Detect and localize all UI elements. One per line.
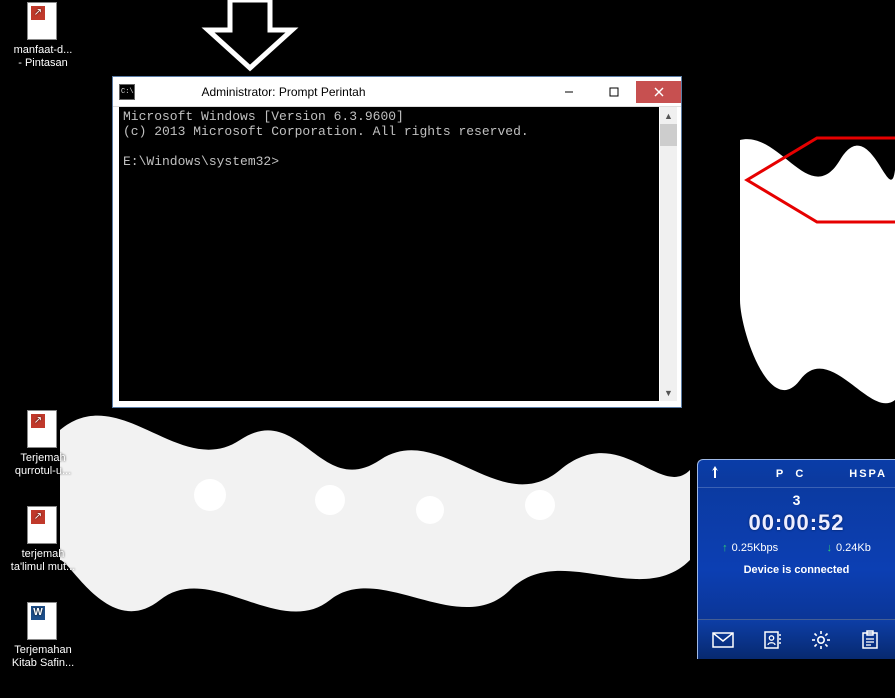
modem-network-type: HSPA xyxy=(849,468,887,480)
clipboard-icon xyxy=(860,630,880,650)
messages-button[interactable] xyxy=(707,624,739,656)
desktop-icon-manfaat[interactable]: manfaat-d...- Pintasan xyxy=(6,2,80,70)
icon-label: Terjemahqurrotul-u... xyxy=(6,452,80,478)
titlebar[interactable]: Administrator: Prompt Perintah xyxy=(113,77,681,107)
cmd-icon xyxy=(119,84,135,100)
modem-middle: 3 00:00:52 0.25Kbps 0.24Kb Device is con… xyxy=(698,488,895,576)
cmd-line-1: Microsoft Windows [Version 6.3.9600] xyxy=(123,109,404,124)
modem-widget[interactable]: P C HSPA 3 00:00:52 0.25Kbps 0.24Kb Devi… xyxy=(697,459,895,659)
scroll-up-icon[interactable]: ▲ xyxy=(660,107,677,124)
contacts-icon xyxy=(762,630,782,650)
icon-label: terjemahta'limul mut... xyxy=(6,548,80,574)
desktop-icon-terjemah-talimul[interactable]: terjemahta'limul mut... xyxy=(6,506,80,574)
download-speed: 0.24Kb xyxy=(826,542,870,554)
maximize-button[interactable] xyxy=(591,81,636,103)
desktop-icons: manfaat-d...- Pintasan Terjemahqurrotul-… xyxy=(6,2,86,698)
close-button[interactable] xyxy=(636,81,681,103)
modem-top-row: P C HSPA xyxy=(698,460,895,488)
signal-icon xyxy=(708,465,722,482)
window-title: Administrator: Prompt Perintah xyxy=(141,85,546,99)
cmd-prompt: E:\Windows\system32> xyxy=(123,154,279,169)
minimize-icon xyxy=(564,87,574,97)
minimize-button[interactable] xyxy=(546,81,591,103)
modem-mode-c: C xyxy=(795,468,805,480)
maximize-icon xyxy=(609,87,619,97)
cmd-line-2: (c) 2013 Microsoft Corporation. All righ… xyxy=(123,124,529,139)
shortcut-icon xyxy=(27,2,59,42)
command-prompt-window[interactable]: Administrator: Prompt Perintah Microsoft… xyxy=(112,76,682,408)
annotation-red-arrow-icon xyxy=(737,128,895,238)
modem-toolbar xyxy=(698,619,895,659)
cmd-body[interactable]: Microsoft Windows [Version 6.3.9600] (c)… xyxy=(119,107,659,401)
vertical-scrollbar[interactable]: ▲ ▼ xyxy=(660,107,677,401)
close-icon xyxy=(654,87,664,97)
icon-label: TerjemahanKitab Safin... xyxy=(6,644,80,670)
annotation-down-arrow-icon xyxy=(200,0,300,76)
upload-speed: 0.25Kbps xyxy=(722,542,778,554)
desktop-icon-terjemahan-kitab[interactable]: W TerjemahanKitab Safin... xyxy=(6,602,80,670)
scroll-down-icon[interactable]: ▼ xyxy=(660,384,677,401)
word-doc-icon: W xyxy=(27,602,59,642)
modem-status: Device is connected xyxy=(698,564,895,576)
gear-icon xyxy=(810,629,832,651)
settings-button[interactable] xyxy=(805,624,837,656)
stats-button[interactable] xyxy=(854,624,886,656)
shortcut-icon xyxy=(27,410,59,450)
shortcut-icon xyxy=(27,506,59,546)
desktop-icon-terjemah-qurrotul[interactable]: Terjemahqurrotul-u... xyxy=(6,410,80,478)
modem-speeds: 0.25Kbps 0.24Kb xyxy=(698,542,895,554)
modem-mode-p: P xyxy=(776,468,785,480)
window-controls xyxy=(546,81,681,103)
scrollbar-thumb[interactable] xyxy=(660,124,677,146)
envelope-icon xyxy=(712,632,734,648)
icon-label: manfaat-d...- Pintasan xyxy=(6,44,80,70)
contacts-button[interactable] xyxy=(756,624,788,656)
modem-signal-bars: 3 xyxy=(698,492,895,508)
modem-timer: 00:00:52 xyxy=(698,510,895,536)
